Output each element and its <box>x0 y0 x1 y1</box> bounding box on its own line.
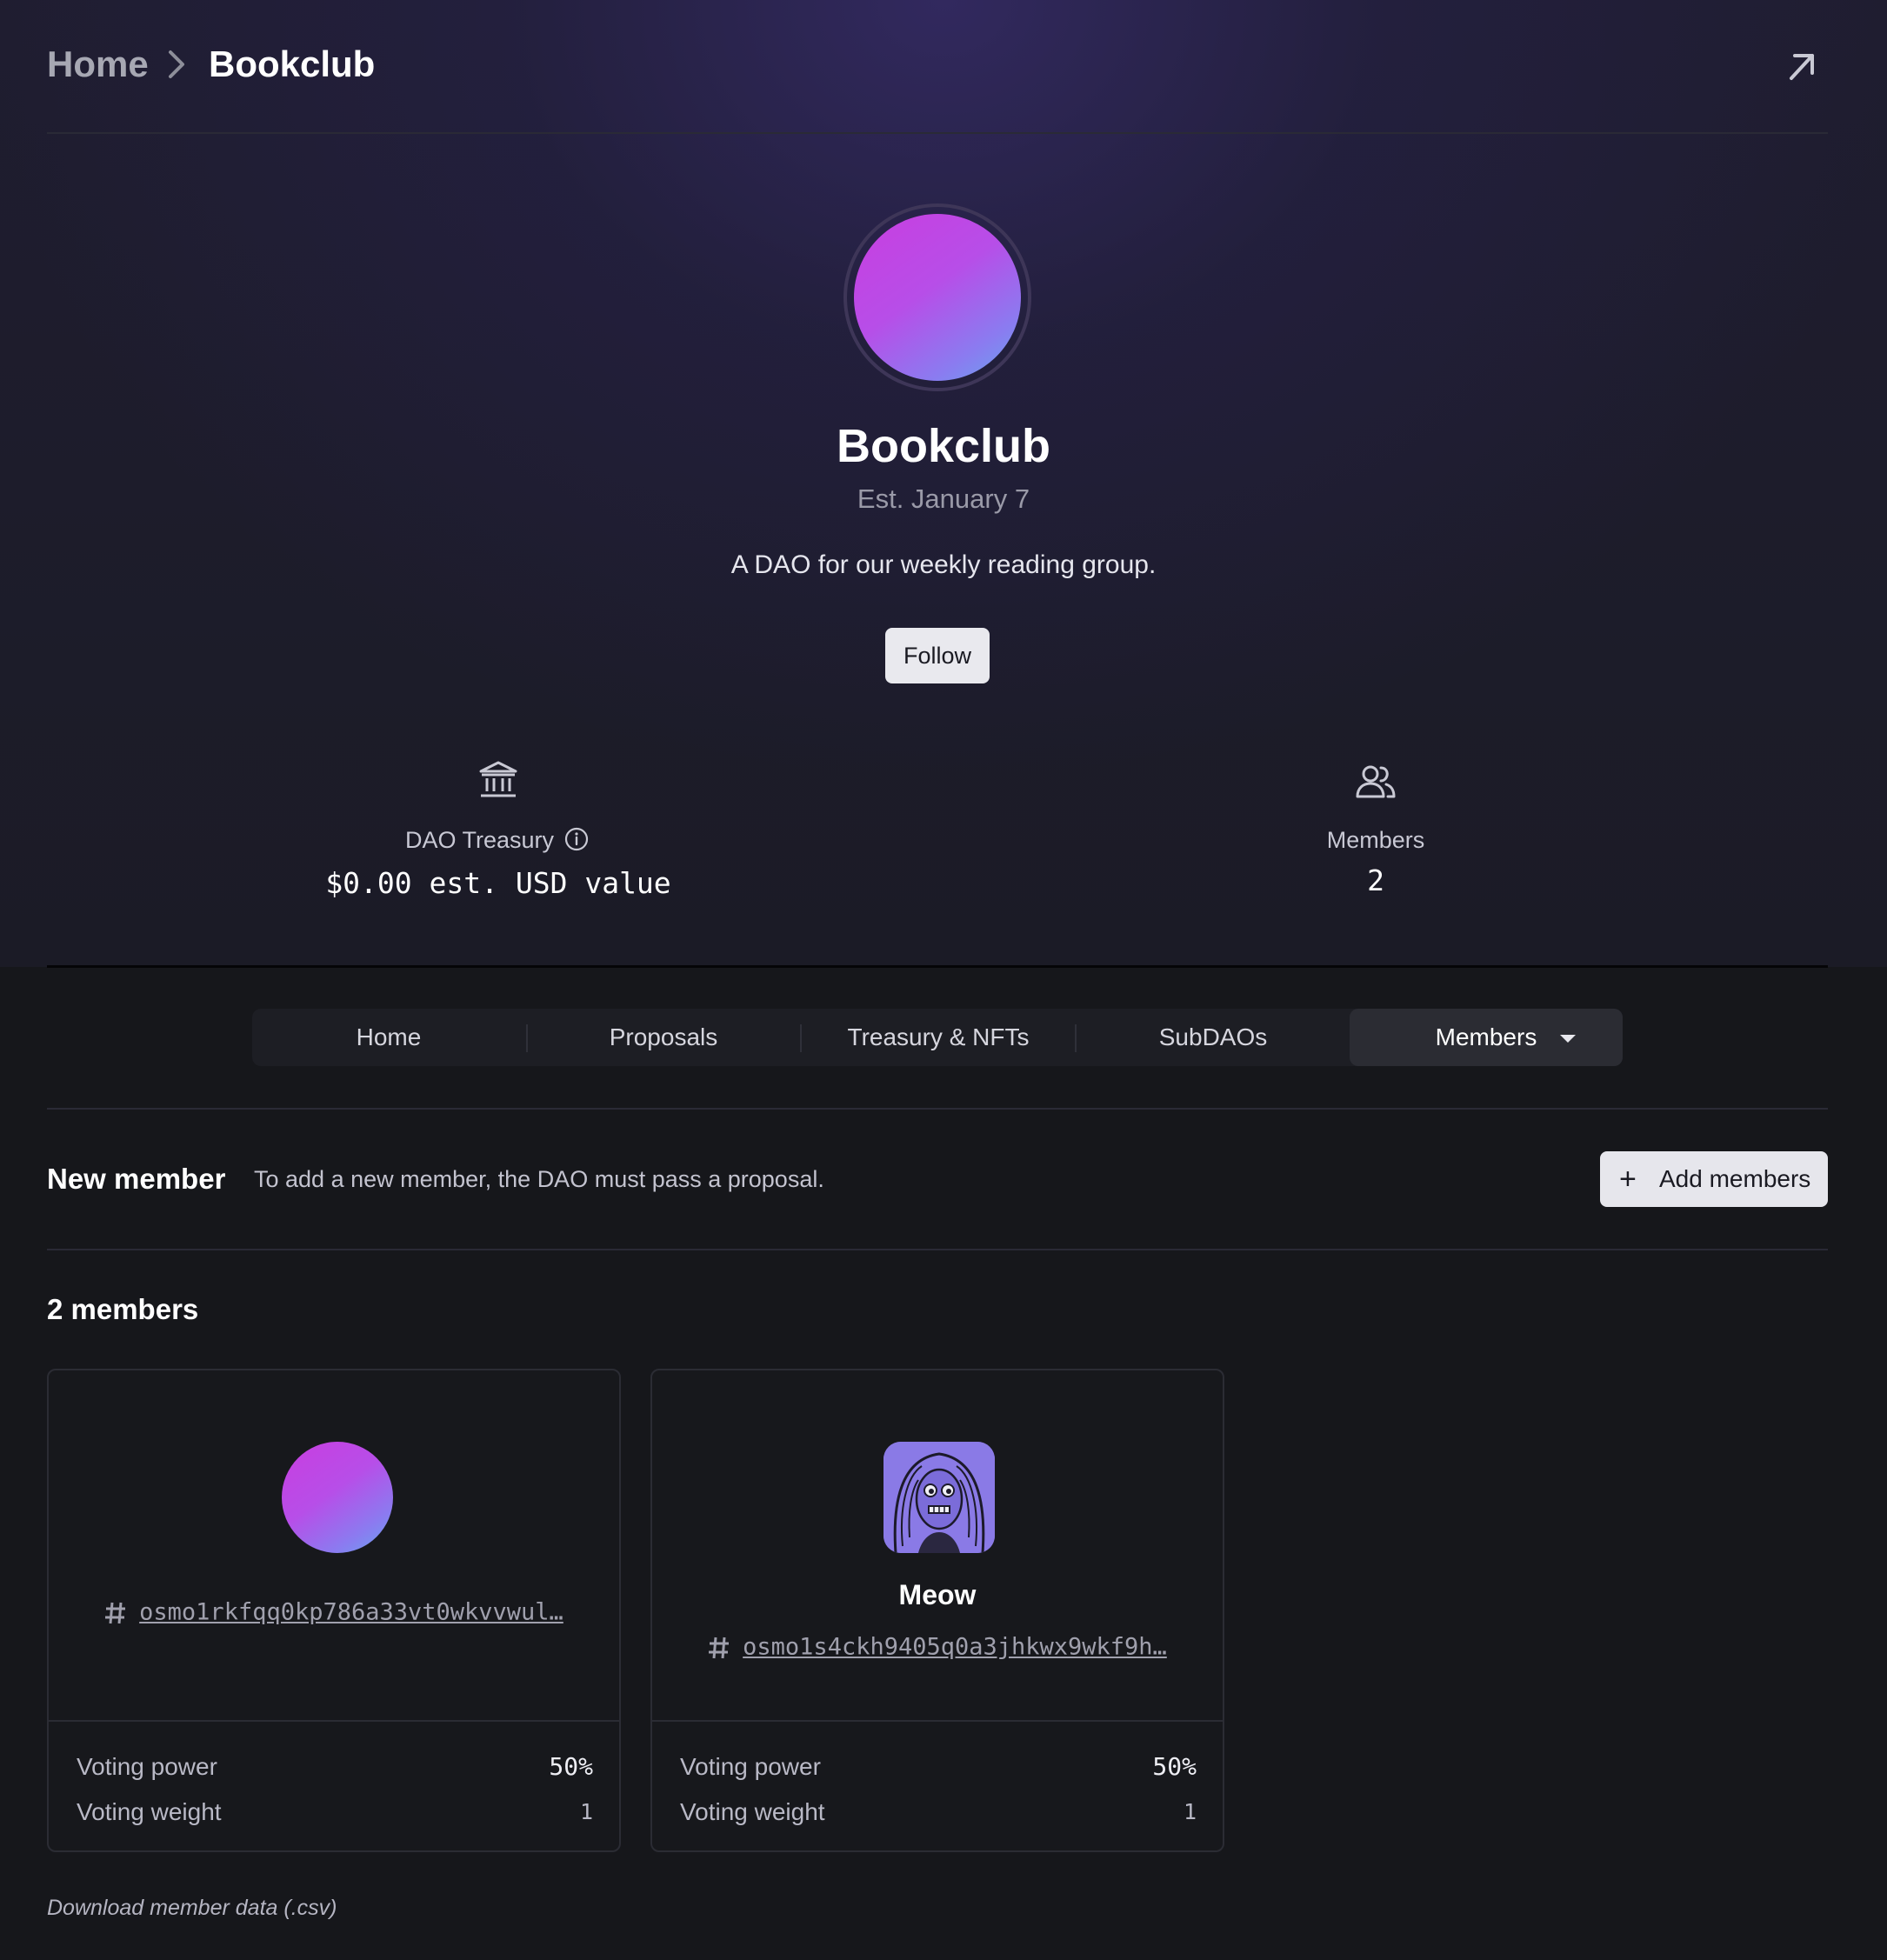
plus-icon: + <box>1619 1163 1637 1196</box>
tab-members[interactable]: Members <box>1350 1009 1623 1066</box>
treasury-label: DAO Treasury <box>405 827 555 853</box>
member-address-link[interactable]: osmo1rkfqq0kp786a33vt0wkvvwul… <box>139 1599 563 1626</box>
section-divider <box>47 965 1828 968</box>
cat-portrait-icon <box>883 1442 995 1553</box>
breadcrumb-current: Bookclub <box>209 43 376 84</box>
avatar <box>282 1442 393 1553</box>
header-divider <box>47 132 1828 134</box>
arrow-up-right-icon[interactable] <box>1784 49 1819 83</box>
tab-members-label: Members <box>1435 1023 1537 1050</box>
member-name: Meow <box>898 1579 977 1610</box>
follow-button[interactable]: Follow <box>885 628 990 683</box>
dao-name: Bookclub <box>836 420 1050 472</box>
add-members-label: Add members <box>1659 1165 1811 1192</box>
members-count-title: 2 members <box>47 1293 199 1325</box>
member-address-link[interactable]: osmo1s4ckh9405q0a3jhkwx9wkf9h… <box>743 1634 1167 1661</box>
member-card: osmo1rkfqq0kp786a33vt0wkvvwul… Voting po… <box>47 1369 621 1852</box>
voting-weight-label: Voting weight <box>680 1798 825 1825</box>
hash-icon <box>709 1637 730 1658</box>
add-members-button[interactable]: + Add members <box>1600 1151 1828 1207</box>
tabs-divider <box>47 1108 1828 1110</box>
tab-proposals[interactable]: Proposals <box>527 1009 800 1066</box>
card-divider <box>652 1720 1223 1722</box>
new-member-description: To add a new member, the DAO must pass a… <box>254 1166 824 1192</box>
hash-icon <box>105 1602 126 1623</box>
new-member-divider <box>47 1249 1828 1250</box>
tab-subdaos[interactable]: SubDAOs <box>1077 1009 1350 1066</box>
voting-weight-label: Voting weight <box>77 1798 222 1825</box>
members-count: 2 <box>1367 863 1384 897</box>
new-member-title: New member <box>47 1163 226 1195</box>
voting-weight-value: 1 <box>1183 1799 1197 1824</box>
card-divider <box>49 1720 619 1722</box>
avatar <box>883 1442 995 1553</box>
tab-home[interactable]: Home <box>252 1009 525 1066</box>
chevron-right-icon <box>169 50 184 78</box>
bank-icon <box>479 761 517 797</box>
treasury-value: $0.00 est. USD value <box>325 866 671 900</box>
tab-bar: Home Proposals Treasury & NFTs SubDAOs M… <box>252 1009 1623 1066</box>
voting-power-value: 50% <box>549 1752 593 1781</box>
dao-avatar <box>854 214 1021 381</box>
voting-weight-value: 1 <box>579 1799 593 1824</box>
tab-treasury-nfts[interactable]: Treasury & NFTs <box>802 1009 1075 1066</box>
dao-established: Est. January 7 <box>857 483 1030 514</box>
dao-description: A DAO for our weekly reading group. <box>730 550 1157 579</box>
breadcrumb-home-link[interactable]: Home <box>47 38 149 90</box>
caret-down-icon <box>1560 1035 1576 1043</box>
download-csv-link[interactable]: Download member data (.csv) <box>47 1892 337 1923</box>
member-card: Meow osmo1s4ckh9405q0a3jhkwx9wkf9h… Voti… <box>650 1369 1224 1852</box>
members-label: Members <box>1326 827 1425 853</box>
info-icon[interactable] <box>564 827 589 851</box>
voting-power-label: Voting power <box>77 1753 217 1780</box>
users-icon <box>1356 765 1396 798</box>
address-row: osmo1s4ckh9405q0a3jhkwx9wkf9h… <box>652 1630 1223 1665</box>
voting-power-value: 50% <box>1152 1752 1197 1781</box>
voting-power-label: Voting power <box>680 1753 821 1780</box>
address-row: osmo1rkfqq0kp786a33vt0wkvvwul… <box>49 1595 619 1630</box>
